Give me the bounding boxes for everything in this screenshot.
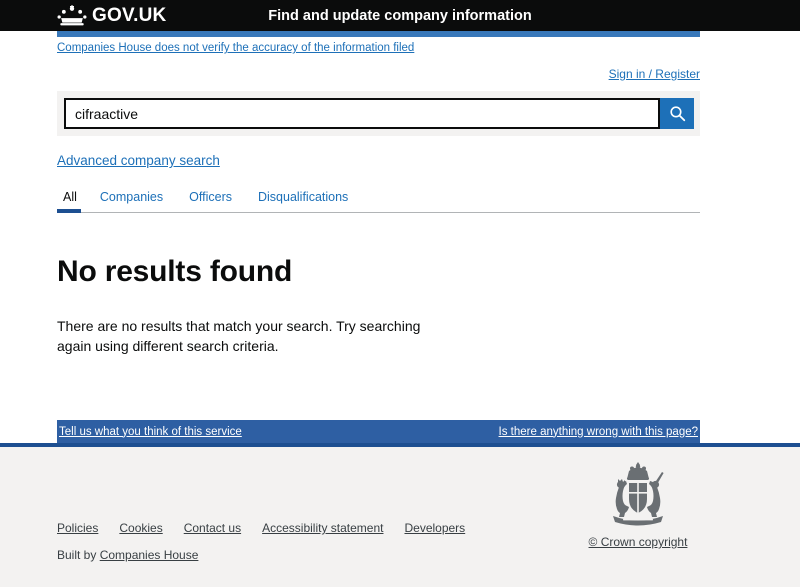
- footer-links: Policies Cookies Contact us Accessibilit…: [57, 521, 465, 535]
- royal-coat-of-arms-icon: [578, 459, 698, 531]
- govuk-brand-text: GOV.UK: [92, 5, 167, 26]
- disclaimer-row: Companies House does not verify the accu…: [57, 31, 700, 56]
- no-results-message: There are no results that match your sea…: [57, 318, 421, 354]
- signin-row: Sign in / Register: [57, 65, 700, 83]
- search-input[interactable]: [64, 98, 660, 129]
- main-container: Companies House does not verify the accu…: [57, 31, 700, 357]
- search-button[interactable]: [660, 98, 694, 129]
- page-root: GOV.UK Find and update company informati…: [0, 0, 800, 587]
- site-footer: Policies Cookies Contact us Accessibilit…: [0, 447, 800, 587]
- crown-copyright-block: © Crown copyright: [578, 459, 698, 551]
- results-panel: No results found There are no results th…: [57, 255, 700, 357]
- govuk-header: GOV.UK Find and update company informati…: [0, 0, 800, 31]
- companies-house-link[interactable]: Companies House: [100, 548, 199, 562]
- footer-link-policies[interactable]: Policies: [57, 521, 98, 535]
- accuracy-disclaimer-link[interactable]: Companies House does not verify the accu…: [57, 42, 414, 54]
- footer-inner: Policies Cookies Contact us Accessibilit…: [57, 447, 700, 587]
- search-icon: [669, 105, 686, 122]
- tab-officers[interactable]: Officers: [176, 190, 245, 213]
- page-title: No results found: [57, 255, 293, 288]
- footer-link-contact-us[interactable]: Contact us: [184, 521, 241, 535]
- tab-companies[interactable]: Companies: [87, 190, 176, 213]
- built-by-prefix: Built by: [57, 548, 100, 562]
- footer-link-accessibility-statement[interactable]: Accessibility statement: [262, 521, 383, 535]
- crown-copyright-link[interactable]: © Crown copyright: [589, 535, 688, 549]
- advanced-company-search-link[interactable]: Advanced company search: [57, 153, 220, 168]
- govuk-home-link[interactable]: GOV.UK: [57, 4, 167, 27]
- report-problem-link[interactable]: Is there anything wrong with this page?: [499, 426, 698, 438]
- sign-in-register-link[interactable]: Sign in / Register: [609, 67, 700, 81]
- footer-link-developers[interactable]: Developers: [404, 521, 465, 535]
- feedback-tell-us-link[interactable]: Tell us what you think of this service: [59, 426, 242, 438]
- feedback-banner: Tell us what you think of this service I…: [0, 420, 800, 447]
- advanced-search-row: Advanced company search: [57, 152, 700, 170]
- footer-link-cookies[interactable]: Cookies: [119, 521, 162, 535]
- feedback-band: Tell us what you think of this service I…: [57, 420, 700, 443]
- crown-icon: [57, 4, 87, 27]
- tab-all[interactable]: All: [57, 190, 87, 213]
- built-by-text: Built by Companies House: [57, 548, 198, 562]
- search-result-tabs: All Companies Officers Disqualifications: [57, 184, 700, 213]
- search-bar: [57, 91, 700, 136]
- tab-disqualifications[interactable]: Disqualifications: [245, 190, 361, 213]
